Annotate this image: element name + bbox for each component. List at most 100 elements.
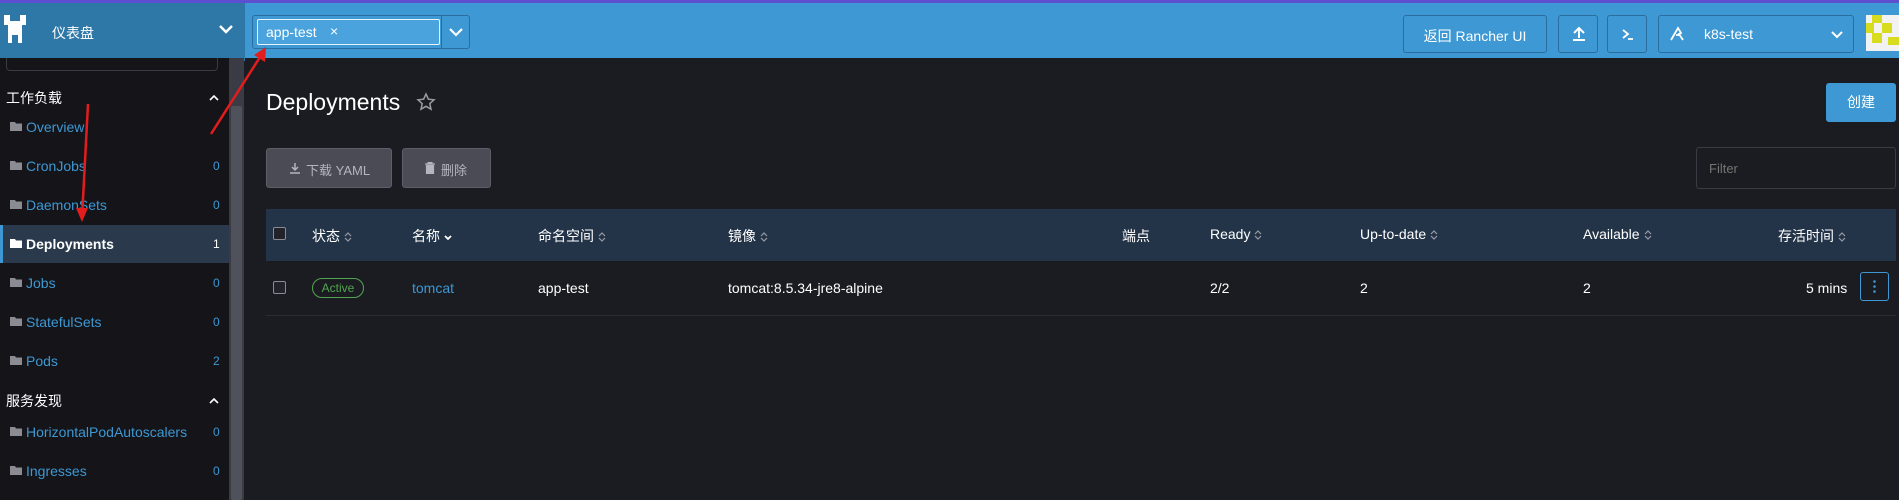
chevron-down-icon [1831,31,1843,39]
upload-icon [1573,26,1585,41]
user-avatar[interactable] [1866,15,1899,51]
sidebar-group-service-discovery[interactable]: 服务发现 [6,391,62,411]
cell-image: tomcat:8.5.34-jre8-alpine [728,280,883,296]
cell-namespace: app-test [538,280,589,296]
folder-icon [10,466,22,475]
more-vertical-icon [1873,280,1876,293]
chevron-up-icon[interactable] [208,395,220,407]
cluster-name: k8s-test [1704,26,1754,42]
column-header-available[interactable]: Available [1583,226,1652,242]
trash-icon [425,162,435,174]
column-header-ready[interactable]: Ready [1210,226,1262,242]
folder-icon [10,317,22,326]
sidebar-item-count: 1 [213,237,220,251]
sidebar-item-deployments[interactable]: Deployments 1 [0,225,229,263]
back-to-rancher-label: 返回 Rancher UI [1423,28,1527,44]
sort-down-icon [444,235,452,241]
row-actions-button[interactable] [1860,272,1889,301]
sidebar-item-pods[interactable]: Pods 2 [0,342,229,380]
sidebar-item-count: 0 [213,464,220,478]
sidebar-item-label: DaemonSets [26,197,107,213]
sidebar-item-label: StatefulSets [26,314,102,330]
sort-icon [1838,232,1846,243]
table-row[interactable]: tomcat app-test tomcat:8.5.34-jre8-alpin… [266,261,1896,316]
sort-icon [598,232,606,243]
folder-icon [10,356,22,365]
sidebar-item-count: 0 [213,159,220,173]
column-header-status[interactable]: 状态 [312,226,352,246]
cell-ready: 2/2 [1210,280,1230,296]
delete-label: 删除 [441,163,468,178]
folder-icon [10,161,22,170]
namespace-filter[interactable]: app-test × [252,15,470,49]
app-title: 仪表盘 [52,25,94,41]
folder-icon [10,427,22,436]
folder-icon [10,200,22,209]
namespace-tag-label: app-test [266,24,317,40]
sidebar-item-count: 2 [213,354,220,368]
delete-button[interactable]: 删除 [402,148,491,188]
cluster-selector[interactable]: k8s-test [1658,15,1854,53]
column-header-up-to-date[interactable]: Up-to-date [1360,226,1438,242]
column-header-image[interactable]: 镜像 [728,226,768,246]
download-icon [290,163,300,174]
sidebar-item-overview[interactable]: Overview [0,108,229,146]
cell-up-to-date: 2 [1360,280,1368,296]
column-header-endpoints: 端点 [1122,228,1150,244]
sidebar-item-label: Deployments [26,236,114,252]
namespace-tag: app-test × [257,19,440,45]
column-header-name[interactable]: 名称 [412,226,452,246]
table-header: 状态 名称 命名空间 镜像 端点 Ready Up-to-date Availa… [266,209,1896,261]
sort-icon [1255,230,1262,241]
download-yaml-label: 下载 YAML [306,163,371,178]
terminal-icon [1622,29,1633,40]
app-switcher[interactable]: 仪表盘 [0,3,245,61]
sort-icon [344,232,352,243]
top-header: 仪表盘 app-test × 返回 Rancher UI k8s-test [0,0,1899,61]
row-checkbox[interactable] [273,281,286,294]
sidebar-item-daemonsets[interactable]: DaemonSets 0 [0,186,229,224]
sidebar-item-jobs[interactable]: Jobs 0 [0,264,229,302]
sidebar-item-label: Overview [26,119,85,135]
back-to-rancher-button[interactable]: 返回 Rancher UI [1403,15,1547,53]
cell-age: 5 mins [1806,280,1848,296]
chevron-down-icon[interactable] [447,23,465,41]
rancher-logo-icon [4,15,26,43]
import-yaml-button[interactable] [1558,15,1598,53]
sidebar-item-count: 0 [213,198,220,212]
sort-icon [1430,230,1438,241]
sidebar-item-ingresses[interactable]: Ingresses 0 [0,452,229,490]
sidebar-search-input[interactable] [6,58,218,71]
sidebar-item-label: Jobs [26,275,56,291]
select-all-checkbox[interactable] [273,227,286,240]
star-icon[interactable] [416,92,436,112]
kubectl-shell-button[interactable] [1607,15,1647,53]
column-header-age[interactable]: 存活时间 [1778,226,1846,246]
deployment-name-link[interactable]: tomcat [412,280,454,296]
divider [441,16,442,48]
sidebar-item-label: Pods [26,353,58,369]
chevron-down-icon[interactable] [216,19,236,39]
sidebar-scrollbar-thumb[interactable] [231,106,242,500]
sidebar-item-label: CronJobs [26,158,86,174]
remove-namespace-icon[interactable]: × [330,23,338,39]
sort-icon [1644,230,1651,241]
filter-input[interactable] [1696,147,1896,189]
chevron-up-icon[interactable] [208,92,220,104]
sidebar-item-hpa[interactable]: HorizontalPodAutoscalers 0 [0,413,229,451]
column-header-namespace[interactable]: 命名空间 [538,226,606,246]
sidebar-item-cronjobs[interactable]: CronJobs 0 [0,147,229,185]
create-button[interactable]: 创建 [1826,83,1896,122]
download-yaml-button[interactable]: 下载 YAML [266,148,392,188]
sidebar-item-count: 0 [213,276,220,290]
sidebar-group-workloads[interactable]: 工作负载 [6,88,62,108]
sidebar-item-count: 0 [213,315,220,329]
folder-icon [10,239,22,248]
sidebar-item-label: Ingresses [26,463,87,479]
sidebar-item-statefulsets[interactable]: StatefulSets 0 [0,303,229,341]
sidebar-item-count: 0 [213,425,220,439]
status-badge: Active [312,278,364,298]
sort-icon [760,232,768,243]
folder-icon [10,278,22,287]
folder-icon [10,122,22,131]
